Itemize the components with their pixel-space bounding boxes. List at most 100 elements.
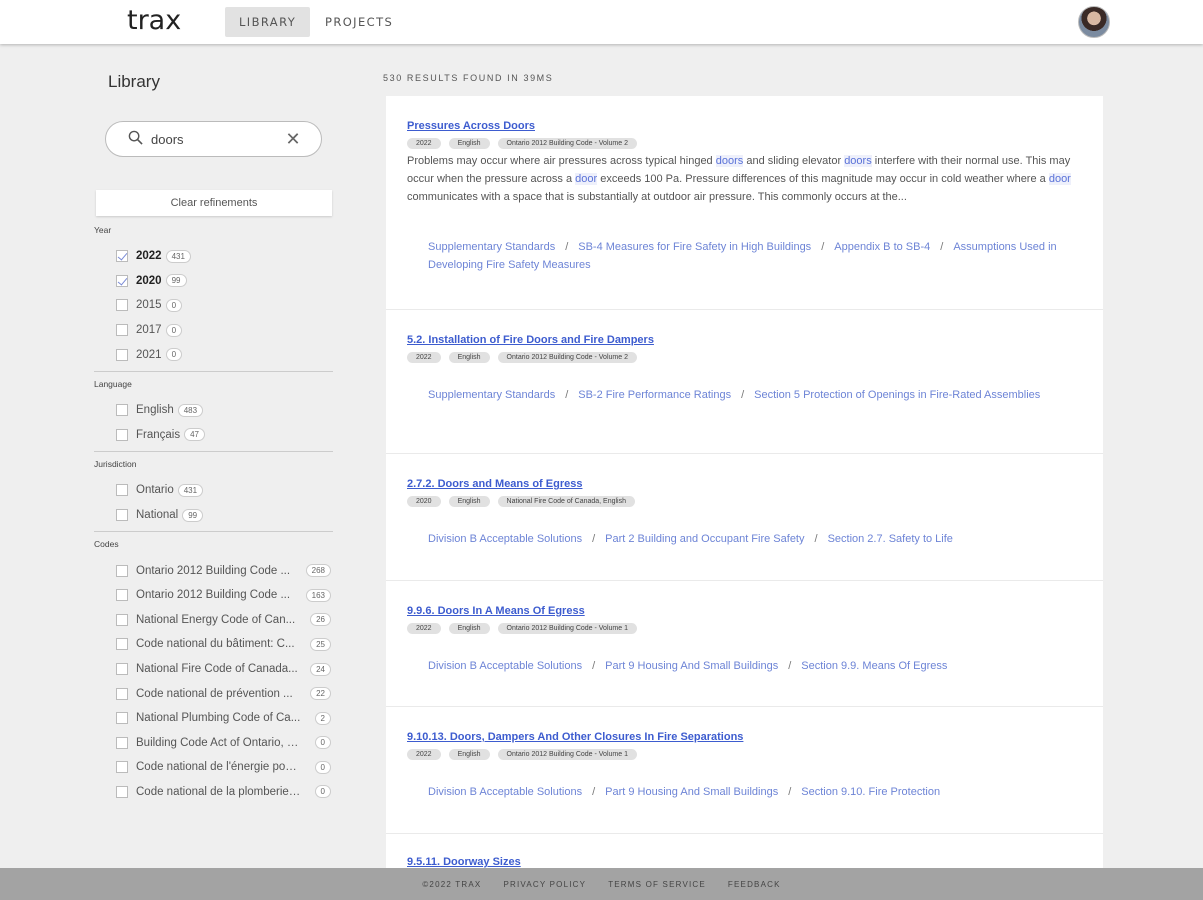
facet-option-year[interactable]: 2015 0 [94, 293, 333, 318]
facet-option-jurisdiction[interactable]: Ontario 431 [94, 478, 333, 503]
breadcrumb-link[interactable]: Division B Acceptable Solutions [428, 533, 582, 545]
checkbox[interactable] [116, 509, 128, 522]
checkbox[interactable] [116, 761, 128, 774]
facet-option-label: 2021 [136, 348, 162, 361]
breadcrumb-separator: / [592, 533, 596, 545]
footer-link[interactable]: PRIVACY POLICY [503, 880, 586, 889]
breadcrumb-link[interactable]: Division B Acceptable Solutions [428, 660, 582, 672]
breadcrumb-separator: / [814, 533, 818, 545]
result-title-link[interactable]: Pressures Across Doors [407, 120, 535, 132]
facet-option-year[interactable]: 2022 431 [94, 244, 333, 269]
facet-year: Year 2022 431 2020 99 2015 0 2017 0 2021 0 [94, 222, 333, 372]
facet-option-year[interactable]: 2020 99 [94, 269, 333, 294]
count-badge: 47 [184, 428, 206, 442]
tag-badge: Ontario 2012 Building Code - Volume 1 [497, 749, 637, 760]
checkbox[interactable] [116, 404, 128, 417]
breadcrumb-link[interactable]: SB-2 Fire Performance Ratings [578, 389, 731, 401]
breadcrumb-separator: / [565, 389, 569, 401]
result-title-link[interactable]: 9.9.6. Doors In A Means Of Egress [407, 605, 585, 617]
checkbox[interactable] [116, 428, 128, 441]
facet-title-year: Year [94, 225, 112, 235]
result-title-link[interactable]: 2.7.2. Doors and Means of Egress [407, 478, 582, 490]
result-title-link[interactable]: 5.2. Installation of Fire Doors and Fire… [407, 334, 654, 346]
facet-option-codes[interactable]: Code national de l'énergie pou... 0 [94, 755, 333, 780]
breadcrumb-link[interactable]: Part 2 Building and Occupant Fire Safety [605, 533, 804, 545]
checkbox[interactable] [116, 274, 128, 287]
checkbox[interactable] [116, 564, 128, 577]
facet-option-codes[interactable]: Building Code Act of Ontario, 1... 0 [94, 731, 333, 756]
footer-link[interactable]: FEEDBACK [728, 880, 781, 889]
clear-search-icon[interactable]: ✕ [283, 130, 303, 150]
breadcrumb-link[interactable]: Part 9 Housing And Small Buildings [605, 660, 778, 672]
search-input[interactable] [151, 129, 281, 149]
facet-option-codes[interactable]: Code national du bâtiment: C... 25 [94, 632, 333, 657]
result-tags: 2022 English Ontario 2012 Building Code - … [407, 138, 637, 149]
facet-option-label: Ontario 2012 Building Code ... [136, 589, 291, 602]
facet-option-label: National Fire Code of Canada... [136, 663, 298, 676]
breadcrumb-link[interactable]: Supplementary Standards [428, 241, 555, 253]
tag-badge: Ontario 2012 Building Code - Volume 1 [497, 623, 637, 634]
count-badge: 25 [310, 637, 331, 651]
checkbox[interactable] [116, 613, 128, 626]
tag-badge: English [448, 352, 490, 363]
facet-option-label: National Plumbing Code of Ca... [136, 712, 301, 725]
breadcrumb-link[interactable]: Section 2.7. Safety to Life [828, 533, 953, 545]
breadcrumb-link[interactable]: Supplementary Standards [428, 389, 555, 401]
checkbox[interactable] [116, 324, 128, 337]
result-item: 2.7.2. Doors and Means of Egress 2020 Engl… [386, 454, 1103, 581]
facet-option-codes[interactable]: Code national de prévention ... 22 [94, 681, 333, 706]
facet-option-codes[interactable]: National Plumbing Code of Ca... 2 [94, 706, 333, 731]
count-badge: 431 [177, 483, 204, 497]
trax-logo[interactable]: trax [127, 6, 181, 36]
snippet-text: communicates with a space that is substa… [407, 191, 907, 203]
checkbox[interactable] [116, 663, 128, 676]
facet-option-codes[interactable]: Ontario 2012 Building Code ... 268 [94, 558, 333, 583]
count-badge: 0 [165, 323, 183, 337]
result-item: 9.5.11. Doorway Sizes [386, 834, 1103, 868]
snippet-text: exceeds 100 Pa. Pressure differences of … [597, 173, 1049, 185]
result-title-link[interactable]: 9.10.13. Doors, Dampers And Other Closur… [407, 731, 743, 743]
breadcrumb-link[interactable]: Part 9 Housing And Small Buildings [605, 786, 778, 798]
footer: ©2022 TRAX PRIVACY POLICY TERMS OF SERVICE… [0, 868, 1203, 900]
clear-refinements-button[interactable]: Clear refinements [96, 190, 332, 216]
breadcrumb: Division B Acceptable Solutions / Part 2 B… [428, 530, 1068, 548]
tab-library[interactable]: LIBRARY [225, 7, 311, 37]
breadcrumb-link[interactable]: Section 9.9. Means Of Egress [801, 660, 947, 672]
user-avatar[interactable] [1078, 6, 1110, 38]
breadcrumb-link[interactable]: Section 5 Protection of Openings in Fire… [754, 389, 1040, 401]
footer-link[interactable]: TERMS OF SERVICE [608, 880, 706, 889]
facet-option-codes[interactable]: National Energy Code of Can... 26 [94, 608, 333, 633]
breadcrumb-link[interactable]: Division B Acceptable Solutions [428, 786, 582, 798]
facet-option-codes[interactable]: Ontario 2012 Building Code ... 163 [94, 583, 333, 608]
checkbox[interactable] [116, 712, 128, 725]
checkbox[interactable] [116, 348, 128, 361]
breadcrumb-link[interactable]: Section 9.10. Fire Protection [801, 786, 940, 798]
facet-option-year[interactable]: 2017 0 [94, 318, 333, 343]
checkbox[interactable] [116, 638, 128, 651]
tab-projects[interactable]: PROJECTS [311, 7, 407, 37]
checkbox[interactable] [116, 785, 128, 798]
search-highlight: door [1048, 173, 1071, 185]
checkbox[interactable] [116, 484, 128, 497]
facet-option-codes[interactable]: National Fire Code of Canada... 24 [94, 657, 333, 682]
breadcrumb-link[interactable]: Appendix B to SB-4 [834, 241, 930, 253]
checkbox[interactable] [116, 736, 128, 749]
breadcrumb: Division B Acceptable Solutions / Part 9 H… [428, 783, 1068, 801]
facet-option-language[interactable]: Français 47 [94, 423, 333, 448]
facet-language: Language English 483 Français 47 [94, 376, 333, 453]
result-title-link[interactable]: 9.5.11. Doorway Sizes [407, 856, 521, 868]
facet-option-label: 2020 [136, 274, 162, 287]
facet-option-year[interactable]: 2021 0 [94, 342, 333, 367]
facet-option-codes[interactable]: Code national de la plomberie ... 0 [94, 780, 333, 805]
breadcrumb-separator: / [592, 786, 596, 798]
checkbox[interactable] [116, 299, 128, 312]
checkbox[interactable] [116, 589, 128, 602]
checkbox[interactable] [116, 687, 128, 700]
page-title: Library [108, 72, 160, 91]
facet-option-jurisdiction[interactable]: National 99 [94, 503, 333, 528]
checkbox[interactable] [116, 250, 128, 263]
count-badge: 24 [310, 662, 331, 676]
tag-badge: Ontario 2012 Building Code - Volume 2 [497, 352, 637, 363]
facet-option-language[interactable]: English 483 [94, 398, 333, 423]
breadcrumb-link[interactable]: SB-4 Measures for Fire Safety in High Bu… [578, 241, 811, 253]
